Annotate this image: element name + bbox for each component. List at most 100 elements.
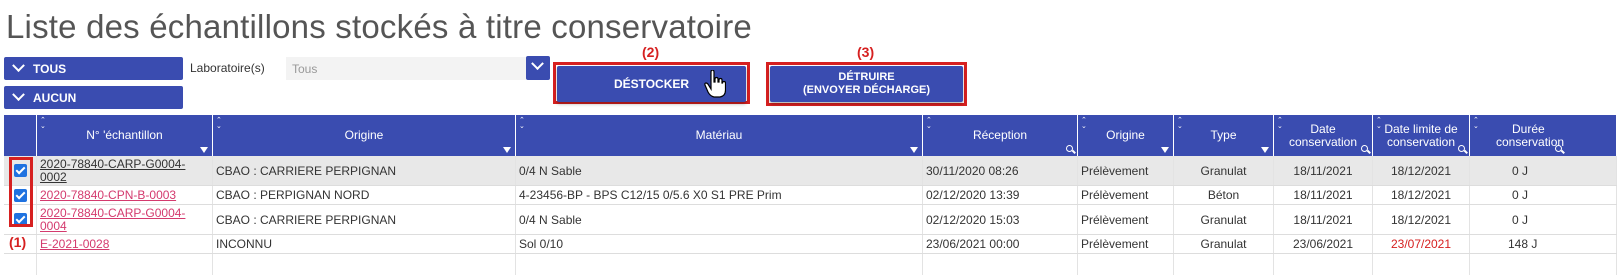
empty-cell bbox=[1470, 254, 1617, 275]
empty-cell bbox=[1373, 254, 1470, 275]
sort-icon[interactable]: ⌃ ⌄ bbox=[519, 117, 525, 130]
chevron-down-icon bbox=[12, 59, 25, 73]
select-all-button[interactable]: TOUS bbox=[4, 57, 183, 80]
sample-id-cell: 2020-78840-CPN-B-0003 bbox=[37, 186, 213, 204]
sort-icon[interactable]: ⌃ ⌄ bbox=[926, 117, 932, 130]
table-row[interactable]: 2020-78840-CPN-B-0003 CBAO : PERPIGNAN N… bbox=[4, 186, 1617, 205]
sample-id-cell: 2020-78840-CARP-G0004- 0004 bbox=[37, 205, 213, 234]
materiau-cell: Sol 0/10 bbox=[516, 235, 923, 253]
column-header-date-limite[interactable]: ⌃ ⌄ Date limite de conservation bbox=[1373, 115, 1470, 156]
duree-cell: 0 J bbox=[1470, 186, 1617, 204]
type-cell: Granulat bbox=[1174, 156, 1274, 185]
sort-icon[interactable]: ⌃ ⌄ bbox=[1376, 117, 1382, 130]
date-conservation-cell: 23/06/2021 bbox=[1274, 235, 1373, 253]
reception-cell: 30/11/2020 08:26 bbox=[923, 156, 1078, 185]
laboratory-dropdown-button[interactable] bbox=[526, 56, 550, 80]
sample-id-link[interactable]: 2020-78840-CARP-G0004- bbox=[40, 157, 185, 171]
empty-cell bbox=[4, 254, 37, 275]
search-icon[interactable] bbox=[1555, 145, 1562, 152]
sort-icon[interactable]: ⌃ ⌄ bbox=[216, 117, 222, 130]
sample-id-cell: E-2021-0028 bbox=[37, 235, 213, 253]
filter-icon[interactable] bbox=[503, 147, 511, 153]
column-header-date-conservation[interactable]: ⌃ ⌄ Date conservation bbox=[1274, 115, 1373, 156]
laboratory-label: Laboratoire(s) bbox=[190, 61, 265, 75]
sample-id-link[interactable]: 0004 bbox=[40, 219, 67, 233]
select-all-label: TOUS bbox=[33, 61, 67, 76]
origine2-cell: Prélèvement bbox=[1078, 205, 1174, 234]
column-header-duree[interactable]: ⌃ ⌄ Durée conservation bbox=[1470, 115, 1617, 156]
column-header-reception[interactable]: ⌃ ⌄ Réception bbox=[923, 115, 1078, 156]
date-conservation-cell: 18/11/2021 bbox=[1274, 156, 1373, 185]
materiau-cell: 4-23456-BP - BPS C12/15 0/5.6 X0 S1 PRE … bbox=[516, 186, 923, 204]
date-conservation-cell: 18/11/2021 bbox=[1274, 205, 1373, 234]
hand-cursor-icon bbox=[704, 70, 726, 98]
date-limite-cell: 18/12/2021 bbox=[1373, 156, 1470, 185]
reception-cell: 23/06/2021 00:00 bbox=[923, 235, 1078, 253]
type-cell: Béton bbox=[1174, 186, 1274, 204]
reception-cell: 02/12/2020 13:39 bbox=[923, 186, 1078, 204]
column-header-type[interactable]: ⌃ ⌄ Type bbox=[1174, 115, 1274, 156]
detruire-button[interactable]: DÉTRUIRE (ENVOYER DÉCHARGE) bbox=[770, 66, 963, 102]
date-conservation-cell: 18/11/2021 bbox=[1274, 186, 1373, 204]
table-row[interactable]: E-2021-0028 INCONNU Sol 0/10 23/06/2021 … bbox=[4, 235, 1617, 254]
empty-cell bbox=[516, 254, 923, 275]
origine2-cell: Prélèvement bbox=[1078, 156, 1174, 185]
column-header-origine-2[interactable]: ⌃ ⌄ Origine bbox=[1078, 115, 1174, 156]
empty-cell bbox=[1174, 254, 1274, 275]
annotation-step-2: (2) bbox=[642, 44, 660, 60]
empty-cell bbox=[1274, 254, 1373, 275]
sample-id-link[interactable]: E-2021-0028 bbox=[40, 237, 109, 251]
sample-id-cell: 2020-78840-CARP-G0004- 0002 bbox=[37, 156, 213, 185]
detruire-label: DÉTRUIRE bbox=[838, 71, 895, 83]
row-select-cell bbox=[4, 235, 37, 253]
detruire-sublabel: (ENVOYER DÉCHARGE) bbox=[802, 84, 931, 96]
empty-cell bbox=[213, 254, 516, 275]
column-header-materiau[interactable]: ⌃ ⌄ Matériau bbox=[516, 115, 923, 156]
select-none-button[interactable]: AUCUN bbox=[4, 86, 183, 109]
origine-cell: INCONNU bbox=[213, 235, 516, 253]
column-header-echantillon[interactable]: ⌃ ⌄ N° 'échantillon bbox=[37, 115, 213, 156]
sample-id-link[interactable]: 0002 bbox=[40, 170, 67, 184]
table-row[interactable]: 2020-78840-CARP-G0004- 0002 CBAO : CARRI… bbox=[4, 156, 1617, 186]
origine-cell: CBAO : PERPIGNAN NORD bbox=[213, 186, 516, 204]
sort-icon[interactable]: ⌃ ⌄ bbox=[40, 117, 46, 130]
laboratory-select[interactable]: Tous bbox=[286, 57, 526, 80]
sort-icon[interactable]: ⌃ ⌄ bbox=[1277, 117, 1283, 130]
materiau-cell: 0/4 N Sable bbox=[516, 156, 923, 185]
filter-icon[interactable] bbox=[910, 147, 918, 153]
page-title: Liste des échantillons stockés à titre c… bbox=[6, 8, 752, 45]
table-row[interactable]: 2020-78840-CARP-G0004- 0004 CBAO : CARRI… bbox=[4, 205, 1617, 235]
sample-id-link[interactable]: 2020-78840-CARP-G0004- bbox=[40, 206, 185, 220]
materiau-cell: 0/4 N Sable bbox=[516, 205, 923, 234]
search-icon[interactable] bbox=[1458, 145, 1465, 152]
reception-cell: 02/12/2020 15:03 bbox=[923, 205, 1078, 234]
table-header: ⌃ ⌄ N° 'échantillon ⌃ ⌄ Origine ⌃ ⌄ Matéria… bbox=[4, 115, 1617, 156]
column-header-select bbox=[4, 115, 37, 156]
date-limite-cell: 23/07/2021 bbox=[1373, 235, 1470, 253]
type-cell: Granulat bbox=[1174, 205, 1274, 234]
origine2-cell: Prélèvement bbox=[1078, 235, 1174, 253]
annotation-step-3: (3) bbox=[857, 44, 875, 60]
filter-icon[interactable] bbox=[200, 147, 208, 153]
type-cell: Granulat bbox=[1174, 235, 1274, 253]
duree-cell: 0 J bbox=[1470, 156, 1617, 185]
sample-id-link[interactable]: 2020-78840-CPN-B-0003 bbox=[40, 188, 176, 202]
sort-icon[interactable]: ⌃ ⌄ bbox=[1177, 117, 1183, 130]
table-row-empty bbox=[4, 254, 1617, 275]
filter-icon[interactable] bbox=[1261, 147, 1269, 153]
highlight-frame-checkboxes bbox=[9, 157, 33, 227]
date-limite-cell: 18/12/2021 bbox=[1373, 186, 1470, 204]
column-header-origine[interactable]: ⌃ ⌄ Origine bbox=[213, 115, 516, 156]
filter-icon[interactable] bbox=[1161, 147, 1169, 153]
search-icon[interactable] bbox=[1066, 145, 1073, 152]
chevron-down-icon bbox=[531, 57, 544, 71]
origine2-cell: Prélèvement bbox=[1078, 186, 1174, 204]
origine-cell: CBAO : CARRIERE PERPIGNAN bbox=[213, 205, 516, 234]
sort-icon[interactable]: ⌃ ⌄ bbox=[1473, 117, 1479, 130]
search-icon[interactable] bbox=[1361, 145, 1368, 152]
empty-cell bbox=[1078, 254, 1174, 275]
duree-cell: 148 J bbox=[1470, 235, 1617, 253]
duree-cell: 0 J bbox=[1470, 205, 1617, 234]
sort-icon[interactable]: ⌃ ⌄ bbox=[1081, 117, 1087, 130]
date-limite-cell: 18/12/2021 bbox=[1373, 205, 1470, 234]
